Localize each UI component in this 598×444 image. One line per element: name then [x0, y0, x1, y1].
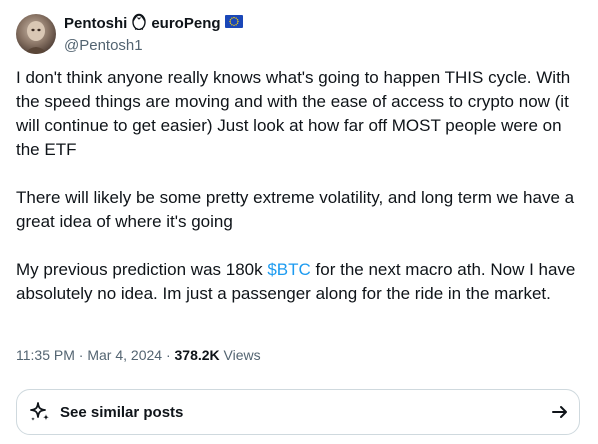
post-time[interactable]: 11:35 PM — [16, 347, 75, 363]
meta-separator: · — [74, 347, 88, 363]
post-paragraph: My previous prediction was 180k $BTC for… — [16, 258, 582, 306]
post-card: Pentoshi euroPeng @Pentosh1 I don't thin… — [0, 0, 598, 444]
post-header: Pentoshi euroPeng @Pentosh1 — [16, 12, 243, 56]
meta-separator: · — [162, 347, 175, 363]
post-text: I don't think anyone really knows what's… — [16, 66, 582, 306]
paragraph-text: My previous prediction was 180k — [16, 260, 268, 279]
penguin-icon — [131, 12, 147, 36]
post-meta: 11:35 PM · Mar 4, 2024 · 378.2K Views — [16, 345, 261, 365]
arrow-right-icon — [551, 403, 569, 421]
avatar[interactable] — [16, 14, 56, 54]
author-handle[interactable]: @Pentosh1 — [64, 36, 243, 56]
author-block: Pentoshi euroPeng @Pentosh1 — [64, 12, 243, 56]
post-paragraph: There will likely be some pretty extreme… — [16, 188, 575, 231]
cashtag-link[interactable]: $BTC — [267, 260, 310, 279]
views-label: Views — [219, 347, 261, 363]
avatar-image — [16, 14, 56, 54]
display-name-part1: Pentoshi — [64, 15, 128, 32]
views-count: 378.2K — [174, 347, 220, 363]
see-similar-posts-button[interactable]: See similar posts — [16, 389, 580, 435]
post-date[interactable]: Mar 4, 2024 — [87, 347, 162, 363]
sparkle-icon — [28, 400, 52, 424]
display-name[interactable]: Pentoshi euroPeng — [64, 12, 243, 36]
eu-flag-icon — [224, 14, 243, 34]
display-name-part2: euroPeng — [151, 15, 221, 32]
post-paragraph: I don't think anyone really knows what's… — [16, 68, 571, 159]
see-similar-posts-label: See similar posts — [60, 404, 184, 421]
